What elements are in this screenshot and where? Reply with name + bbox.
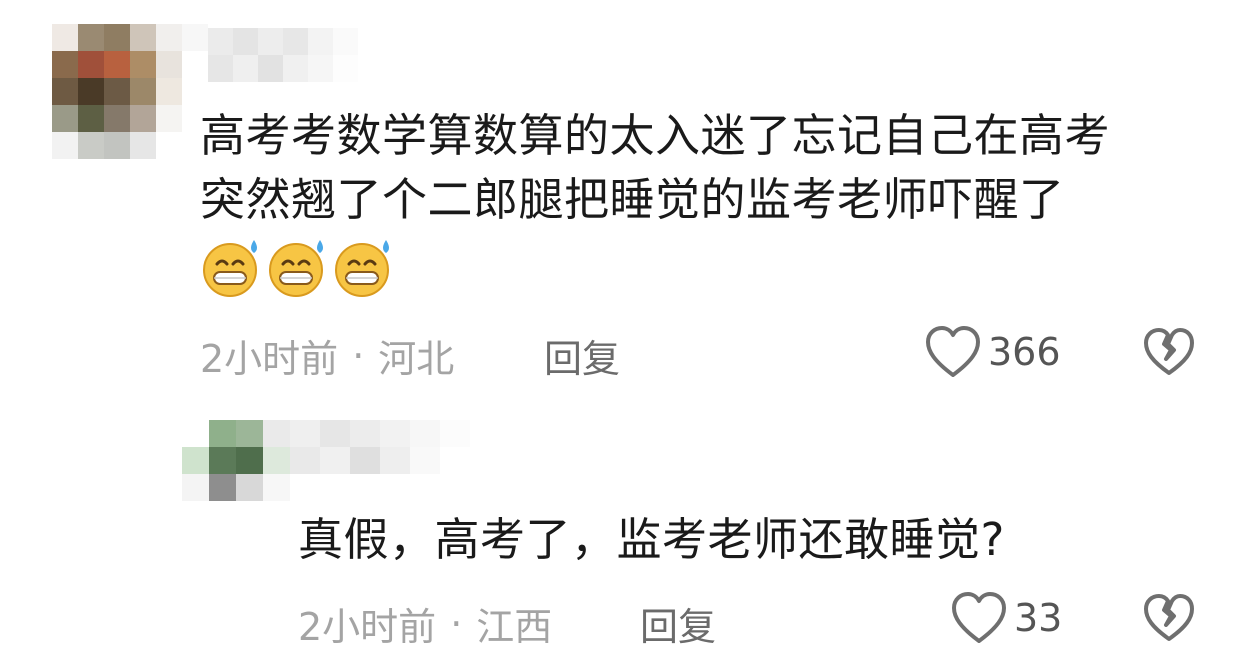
like-button[interactable]: 33: [950, 590, 1062, 646]
comment-text-line: 突然翘了个二郎腿把睡觉的监考老师吓醒了: [200, 173, 1065, 226]
username-redacted[interactable]: [208, 28, 358, 82]
timestamp: 2小时前: [298, 605, 437, 649]
like-count: 366: [988, 330, 1061, 374]
avatar[interactable]: [52, 24, 208, 160]
meta-separator: ·: [450, 601, 463, 646]
meta-separator: ·: [352, 333, 365, 378]
broken-heart-icon: [1144, 328, 1194, 375]
comment-thread: 高考考数学算数算的太入迷了忘记自己在高考 突然翘了个二郎腿把睡觉的监考老师吓醒了: [0, 0, 1260, 670]
timestamp: 2小时前: [200, 337, 339, 381]
username-redacted[interactable]: [290, 420, 470, 474]
reply-button[interactable]: 回复: [640, 596, 716, 651]
comment-meta: 2小时前 · 江西: [298, 596, 552, 651]
broken-heart-icon: [1144, 594, 1194, 641]
grinning-sweat-emoji-icon: [335, 240, 389, 297]
dislike-button[interactable]: [1142, 592, 1196, 648]
comment-meta: 2小时前 · 河北: [200, 328, 454, 383]
reply-button[interactable]: 回复: [544, 328, 620, 383]
dislike-button[interactable]: [1142, 326, 1196, 382]
heart-outline-icon: [952, 592, 1006, 643]
grinning-sweat-emoji-icon: [203, 240, 257, 297]
emoji-row: [200, 236, 396, 300]
like-count: 33: [1014, 596, 1063, 640]
location: 河北: [378, 337, 455, 381]
avatar[interactable]: [182, 420, 290, 501]
comment-text-line: 高考考数学算数算的太入迷了忘记自己在高考: [200, 109, 1111, 162]
heart-outline-icon: [926, 326, 980, 377]
like-button[interactable]: 366: [924, 324, 1061, 380]
comment-text-line: 真假，高考了，监考老师还敢睡觉?: [298, 513, 1005, 566]
grinning-sweat-emoji-icon: [269, 240, 323, 297]
location: 江西: [476, 605, 553, 649]
